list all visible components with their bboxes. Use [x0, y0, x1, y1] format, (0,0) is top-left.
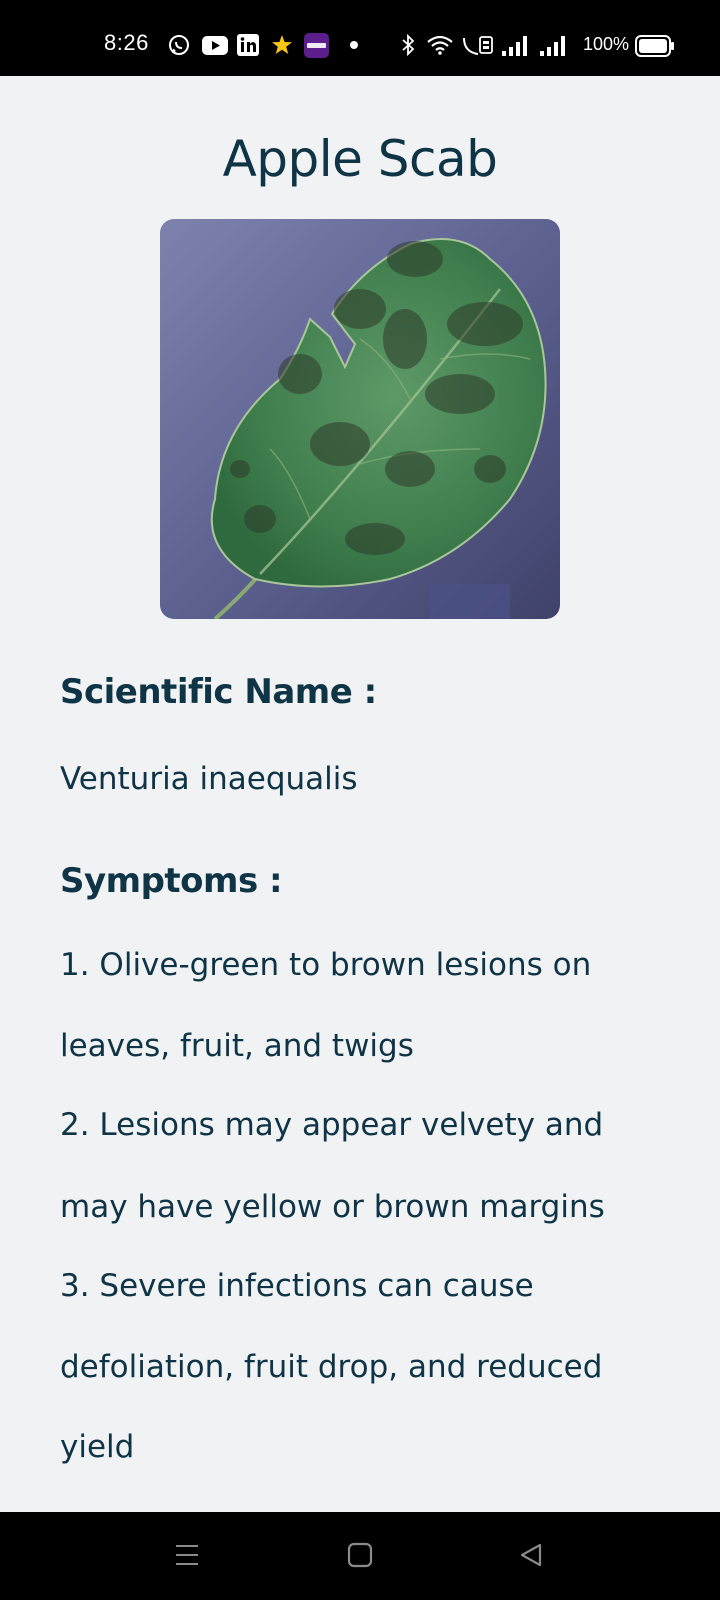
- symptom-line: defoliation, fruit drop, and reduced: [60, 1349, 603, 1385]
- symptom-line: 3. Severe infections can cause: [60, 1268, 534, 1304]
- battery-level: 100%: [583, 34, 630, 54]
- home-icon[interactable]: [347, 1542, 373, 1568]
- scientific-name-value: Venturia inaequalis: [60, 761, 358, 797]
- symptom-line: 2. Lesions may appear velvety and: [60, 1107, 604, 1143]
- status-time: 8:26: [104, 30, 149, 55]
- symptom-line: may have yellow or brown margins: [60, 1189, 605, 1225]
- disease-image: [160, 219, 560, 619]
- disease-detail-content[interactable]: Apple Scab Scientific Name: Venturia in…: [0, 76, 720, 1512]
- status-bar: 8:26 100%: [0, 0, 720, 76]
- bluetooth-icon: [402, 34, 415, 56]
- symptom-line: leaves, fruit, and twigs: [60, 1028, 414, 1064]
- page-title: Apple Scab: [222, 130, 498, 188]
- youtube-icon: [202, 36, 228, 55]
- back-icon[interactable]: [518, 1542, 544, 1568]
- symptom-line: yield: [60, 1429, 135, 1465]
- whatsapp-icon: [169, 35, 189, 55]
- dot-icon: [350, 41, 358, 49]
- scientific-name-heading: Scientific Name :: [60, 672, 377, 712]
- yono-sbi-icon: [304, 33, 329, 58]
- symptom-line: 1. Olive-green to brown lesions on: [60, 947, 592, 983]
- menu-icon[interactable]: [174, 1542, 200, 1568]
- wifi-icon: [427, 35, 453, 55]
- signal-icon: [502, 36, 527, 56]
- symptoms-heading: Symptoms :: [60, 861, 283, 901]
- linkedin-icon: [237, 34, 259, 56]
- navigation-bar: [0, 1512, 720, 1600]
- signal-icon: [540, 36, 565, 56]
- battery-icon: [635, 35, 674, 57]
- star-icon: [272, 35, 292, 54]
- volte-icon: [463, 36, 493, 55]
